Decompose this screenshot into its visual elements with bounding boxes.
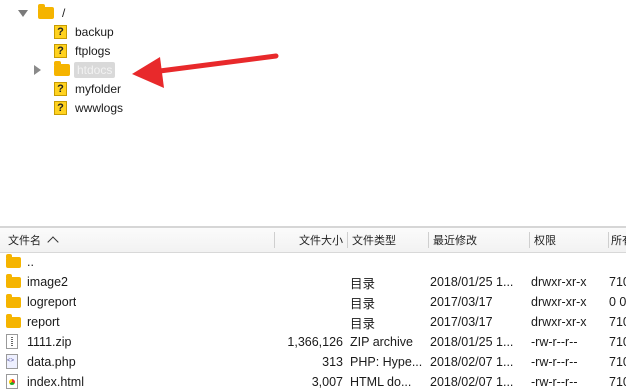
file-permissions: drwxr-xr-x [531, 295, 587, 309]
file-name: report [27, 315, 60, 329]
file-permissions: -rw-r--r-- [531, 375, 578, 389]
file-type: HTML do... [350, 375, 412, 389]
column-header-size[interactable]: 文件大小 [275, 228, 347, 252]
file-row-data-php[interactable]: data.php 313 PHP: Hype... 2018/02/07 1..… [0, 352, 626, 372]
file-owner: 710 [609, 375, 626, 389]
folder-icon [6, 274, 21, 288]
tree-item-label: myfolder [75, 82, 122, 96]
file-name: index.html [27, 375, 84, 389]
folder-icon [6, 254, 21, 268]
file-modified: 2017/03/17 [430, 295, 493, 309]
question-folder-icon: ? [54, 82, 67, 96]
file-type: 目录 [350, 296, 376, 311]
php-file-icon [6, 354, 18, 369]
tree-item-label: htdocs [74, 62, 116, 78]
column-type-label: 文件类型 [352, 235, 396, 247]
file-size: 313 [322, 355, 343, 369]
file-type: 目录 [350, 316, 376, 331]
file-permissions: -rw-r--r-- [531, 335, 578, 349]
file-owner: 0 0 [609, 295, 626, 309]
folder-icon [6, 314, 21, 328]
file-row-report[interactable]: report 目录 2017/03/17 drwxr-xr-x 710 [0, 312, 626, 332]
file-size [275, 272, 343, 292]
file-row-image2[interactable]: image2 目录 2018/01/25 1... drwxr-xr-x 710 [0, 272, 626, 292]
column-header-permissions[interactable]: 权限 [530, 228, 608, 252]
html-file-icon [6, 374, 18, 389]
tree-item-htdocs[interactable]: htdocs [34, 61, 116, 79]
tree-item-label: ftplogs [75, 44, 111, 58]
file-modified: 2018/02/07 1... [430, 355, 514, 369]
file-name: 1111.zip [27, 335, 72, 349]
column-header-owner[interactable]: 所有 [609, 228, 626, 252]
file-modified: 2018/01/25 1... [430, 275, 514, 289]
file-permissions: -rw-r--r-- [531, 355, 578, 369]
question-folder-icon: ? [54, 25, 67, 39]
column-header-modified[interactable]: 最近修改 [429, 228, 529, 252]
file-size: 1,366,126 [287, 335, 343, 349]
file-owner: 710 [609, 275, 626, 289]
file-name: logreport [27, 295, 77, 309]
tree-item-label: wwwlogs [75, 101, 124, 115]
file-name: data.php [27, 355, 76, 369]
expand-right-icon[interactable] [34, 65, 41, 75]
file-name: image2 [27, 275, 68, 289]
sort-ascending-icon [47, 236, 59, 248]
tree-root-label: / [62, 6, 66, 20]
column-permissions-label: 权限 [534, 235, 556, 247]
column-modified-label: 最近修改 [433, 235, 477, 247]
file-owner: 710 [609, 315, 626, 329]
remote-file-list: 文件名 文件大小 文件类型 最近修改 权限 所有 .. image2 目录 [0, 228, 626, 392]
file-modified: 2018/02/07 1... [430, 375, 514, 389]
file-type: PHP: Hype... [350, 355, 423, 369]
file-owner: 710 [609, 355, 626, 369]
file-row-parent[interactable]: .. [0, 252, 626, 272]
column-owner-label: 所有 [611, 235, 626, 247]
file-size [275, 312, 343, 332]
tree-item-label: backup [75, 25, 114, 39]
file-row-logreport[interactable]: logreport 目录 2017/03/17 drwxr-xr-x 0 0 [0, 292, 626, 312]
folder-icon [54, 61, 70, 76]
file-modified: 2017/03/17 [430, 315, 493, 329]
remote-directory-tree: / ? backup ? ftplogs htdocs ? myfolder ?… [0, 0, 626, 226]
column-header-type[interactable]: 文件类型 [348, 228, 428, 252]
folder-icon [6, 294, 21, 308]
file-permissions: drwxr-xr-x [531, 275, 587, 289]
column-name-label: 文件名 [8, 235, 41, 247]
folder-icon [38, 4, 54, 19]
file-modified: 2018/01/25 1... [430, 335, 514, 349]
tree-root-row[interactable]: / [18, 4, 65, 22]
column-size-label: 文件大小 [299, 235, 343, 247]
expand-down-icon[interactable] [18, 9, 28, 17]
tree-item-backup[interactable]: ? backup [54, 23, 114, 41]
file-size: 3,007 [311, 375, 343, 389]
question-folder-icon: ? [54, 101, 67, 115]
file-type: ZIP archive [350, 335, 413, 349]
tree-item-ftplogs[interactable]: ? ftplogs [54, 42, 110, 60]
file-owner: 710 [609, 335, 626, 349]
file-row-1111-zip[interactable]: 1111.zip 1,366,126 ZIP archive 2018/01/2… [0, 332, 626, 352]
tree-item-wwwlogs[interactable]: ? wwwlogs [54, 99, 123, 117]
file-type: 目录 [350, 276, 376, 291]
tree-item-myfolder[interactable]: ? myfolder [54, 80, 121, 98]
file-row-index-html[interactable]: index.html 3,007 HTML do... 2018/02/07 1… [0, 372, 626, 392]
file-permissions: drwxr-xr-x [531, 315, 587, 329]
column-header-name[interactable]: 文件名 [4, 228, 274, 252]
question-folder-icon: ? [54, 44, 67, 58]
zip-file-icon [6, 334, 18, 349]
file-name: .. [27, 255, 34, 269]
file-size [275, 292, 343, 312]
column-header-bar: 文件名 文件大小 文件类型 最近修改 权限 所有 [0, 228, 626, 253]
